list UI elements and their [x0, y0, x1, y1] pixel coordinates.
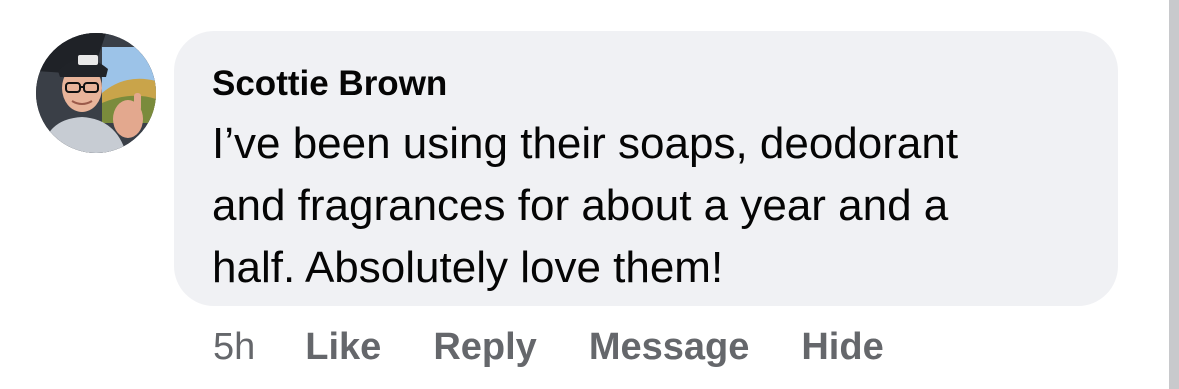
- comment-bubble: Scottie Brown I’ve been using their soap…: [174, 31, 1118, 306]
- avatar[interactable]: [36, 33, 156, 153]
- comment-author[interactable]: Scottie Brown: [212, 64, 1088, 104]
- reply-button[interactable]: Reply: [433, 326, 536, 369]
- comment-timestamp[interactable]: 5h: [213, 326, 255, 369]
- like-button[interactable]: Like: [305, 326, 381, 369]
- hide-button[interactable]: Hide: [801, 326, 883, 369]
- comment-page: Scottie Brown I’ve been using their soap…: [0, 0, 1179, 389]
- comment-actions: 5h Like Reply Message Hide: [213, 324, 936, 370]
- scrollbar[interactable]: [1169, 0, 1179, 389]
- comment-text: I’ve been using their soaps, deodorant a…: [212, 119, 959, 292]
- profile-photo-icon: [36, 33, 156, 153]
- message-button[interactable]: Message: [589, 326, 750, 369]
